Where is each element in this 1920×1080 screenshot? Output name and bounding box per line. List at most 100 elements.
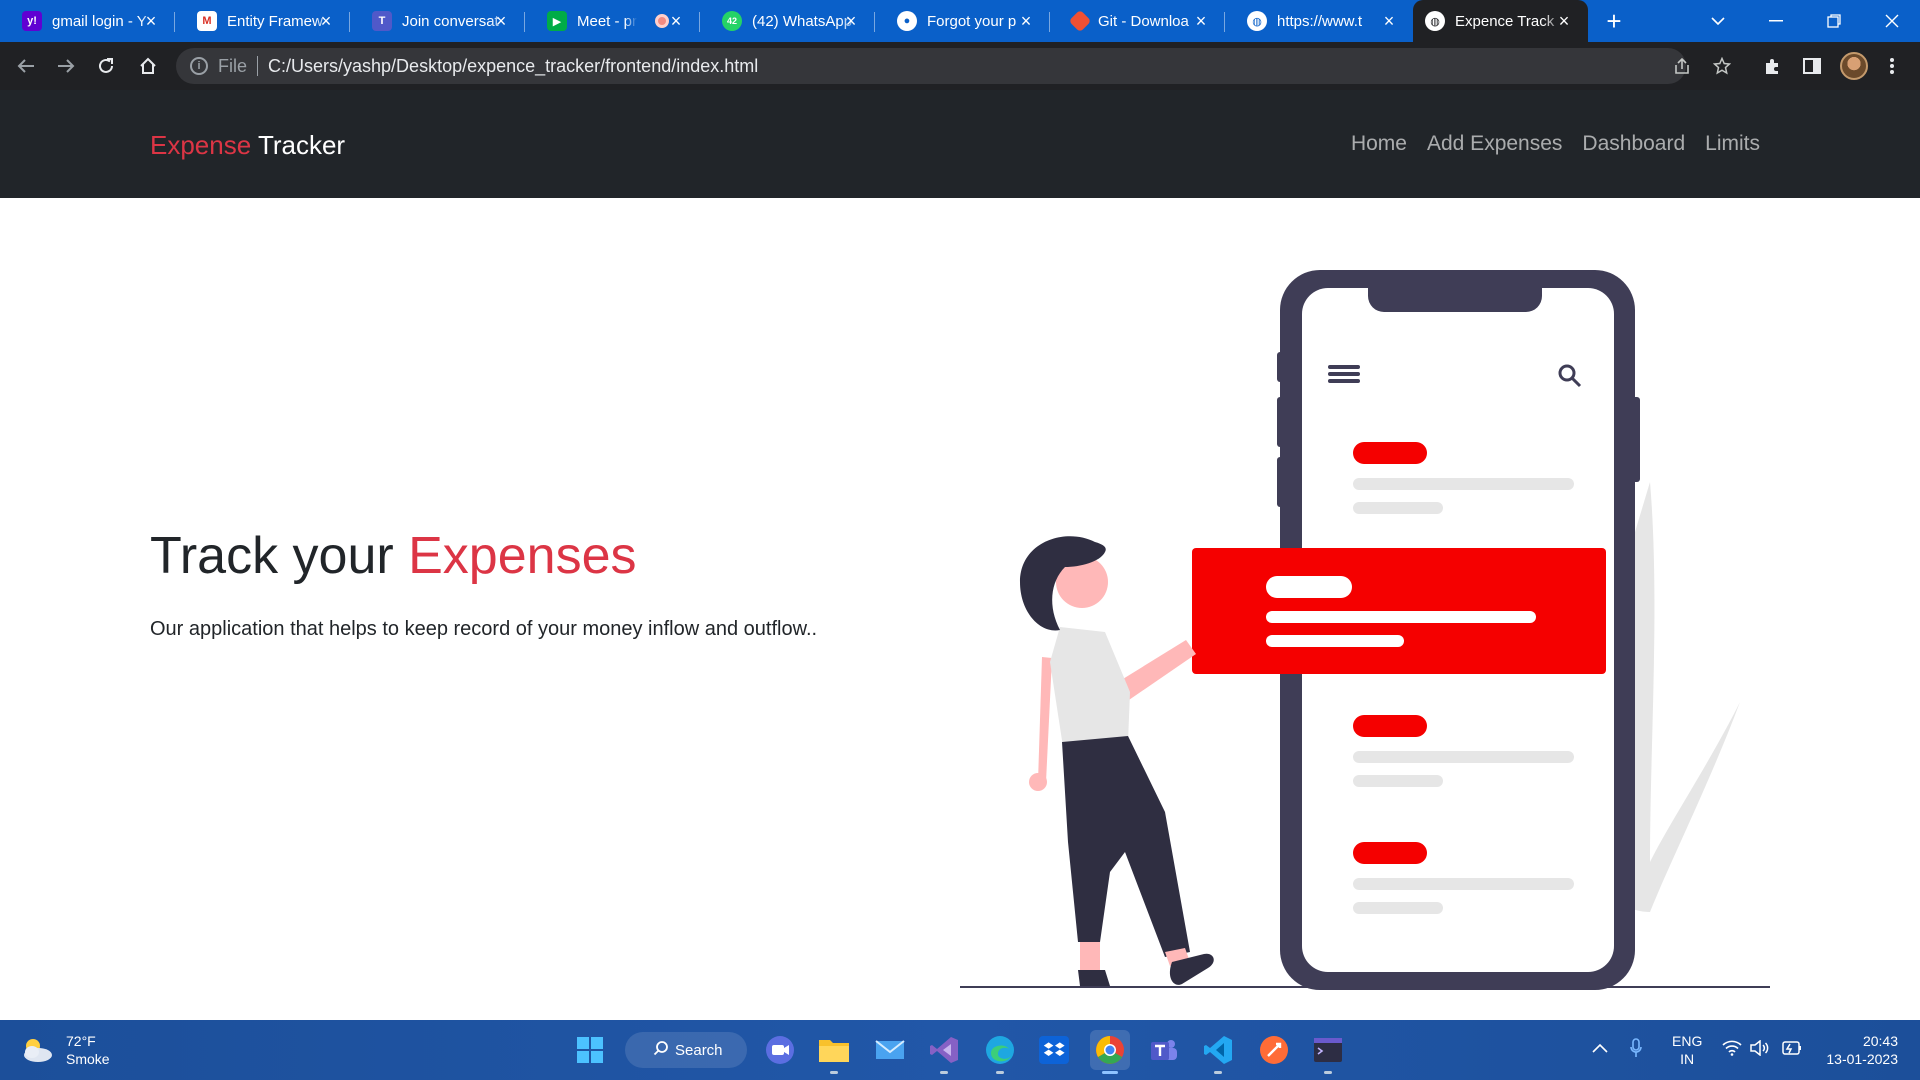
running-indicator [996,1071,1004,1074]
language-indicator[interactable]: ENG IN [1672,1032,1702,1068]
wifi-icon[interactable] [1722,1040,1742,1059]
postman-icon[interactable] [1254,1030,1294,1070]
weather-widget[interactable]: 72°F Smoke [20,1032,110,1068]
terminal-icon[interactable] [1308,1030,1348,1074]
tab-title: Meet - pr [577,12,637,30]
language-line1: ENG [1672,1033,1703,1049]
person-shoe [1078,970,1110,986]
bookmark-star-icon[interactable] [1706,50,1738,82]
tab-title: Expence Track [1455,12,1555,30]
dropbox-icon[interactable] [1034,1030,1074,1070]
tab-git-download[interactable]: Git - Downloa × [1050,0,1225,42]
list-pill [1353,442,1427,464]
close-icon[interactable]: × [491,11,511,31]
visual-studio-icon[interactable] [924,1030,964,1074]
close-icon[interactable]: × [1554,11,1574,31]
github-icon: ● [897,11,917,31]
zoom-icon[interactable] [760,1030,800,1070]
address-bar[interactable]: i File C:/Users/yashp/Desktop/expence_tr… [176,48,1686,84]
nav-link-home[interactable]: Home [1351,132,1407,156]
browser-tabstrip: y! gmail login - Y × M Entity Framew × T… [0,0,1920,42]
microphone-icon[interactable] [1630,1038,1642,1061]
edge-icon[interactable] [980,1030,1020,1074]
info-icon[interactable]: i [190,57,208,75]
address-url[interactable]: C:/Users/yashp/Desktop/expence_tracker/f… [268,56,758,77]
close-icon[interactable]: × [841,11,861,31]
close-icon[interactable]: × [141,11,161,31]
side-panel-icon[interactable] [1796,50,1828,82]
extensions-puzzle-icon[interactable] [1756,50,1788,82]
close-icon[interactable]: × [666,11,686,31]
back-button[interactable] [10,50,42,82]
chrome-icon[interactable] [1090,1030,1130,1074]
clock-date: 13-01-2023 [1826,1051,1898,1067]
list-line [1353,502,1443,514]
close-icon[interactable]: × [1191,11,1211,31]
language-line2: IN [1680,1051,1695,1067]
tab-forgot-password[interactable]: ● Forgot your p × [875,0,1050,42]
menu-icon [1328,372,1360,376]
tab-expence-tracker[interactable]: ◍ Expence Track × [1413,0,1588,42]
taskbar-search[interactable]: Search [625,1032,747,1068]
weather-cloud-icon [20,1036,54,1064]
brand-logo[interactable]: Expense Tracker [150,130,345,161]
reload-button[interactable] [90,50,122,82]
share-icon[interactable] [1666,50,1698,82]
tab-whatsapp[interactable]: 42 (42) WhatsApp × [700,0,875,42]
home-button[interactable] [132,50,164,82]
minimize-button[interactable] [1748,0,1804,42]
tab-meet[interactable]: ▶ Meet - pr × [525,0,700,42]
person-leg [1080,942,1100,970]
tab-search-icon[interactable] [1690,0,1746,42]
running-indicator [830,1071,838,1074]
close-window-button[interactable] [1864,0,1920,42]
system-clock[interactable]: 20:43 13-01-2023 [1822,1032,1898,1068]
list-line [1353,902,1443,914]
teams-icon[interactable] [1144,1030,1184,1070]
nav-link-dashboard[interactable]: Dashboard [1582,132,1685,156]
close-icon[interactable]: × [316,11,336,31]
start-icon[interactable] [570,1030,610,1070]
person-torso [1050,627,1130,747]
hero-subtitle: Our application that helps to keep recor… [150,618,818,640]
forward-button[interactable] [50,50,82,82]
tab-join-conversation[interactable]: T Join conversat × [350,0,525,42]
vscode-icon[interactable] [1198,1030,1238,1074]
browser-toolbar: i File C:/Users/yashp/Desktop/expence_tr… [0,42,1920,90]
globe-icon: ◍ [1425,11,1445,31]
person-pants [1062,736,1190,957]
brand-rest: Tracker [251,130,346,160]
kebab-menu-icon[interactable] [1876,50,1908,82]
search-icon [653,1040,669,1060]
person-hand [1029,773,1047,791]
tab-gmail-login[interactable]: y! gmail login - Y × [0,0,175,42]
hero-title: Track your Expenses [150,526,637,586]
running-indicator [1324,1071,1332,1074]
list-line [1353,878,1574,890]
running-indicator [1102,1071,1118,1074]
profile-avatar[interactable] [1840,52,1868,80]
restore-button[interactable] [1806,0,1862,42]
brand-accent: Expense [150,130,252,160]
taskbar-search-label: Search [675,1041,723,1059]
nav-link-add-expenses[interactable]: Add Expenses [1427,132,1562,156]
address-divider [257,56,259,76]
tab-entity-framework[interactable]: M Entity Framew × [175,0,350,42]
clock-time: 20:43 [1862,1033,1898,1049]
volume-icon[interactable] [1750,1039,1770,1059]
close-icon[interactable]: × [1016,11,1036,31]
battery-icon[interactable] [1780,1040,1802,1059]
running-indicator [940,1071,948,1074]
menu-icon [1328,379,1360,383]
nav-link-limits[interactable]: Limits [1705,132,1760,156]
yahoo-icon: y! [22,11,42,31]
chevron-up-icon[interactable] [1592,1040,1608,1056]
new-tab-button[interactable]: + [1598,6,1630,36]
tab-https[interactable]: ◍ https://www.t × [1225,0,1413,42]
close-icon[interactable]: × [1379,11,1399,31]
site-navbar: Expense Tracker Home Add Expenses Dashbo… [0,90,1920,198]
list-line [1353,751,1574,763]
file-explorer-icon[interactable] [814,1030,854,1074]
mail-icon[interactable] [870,1030,910,1070]
address-scheme: File [218,55,248,76]
